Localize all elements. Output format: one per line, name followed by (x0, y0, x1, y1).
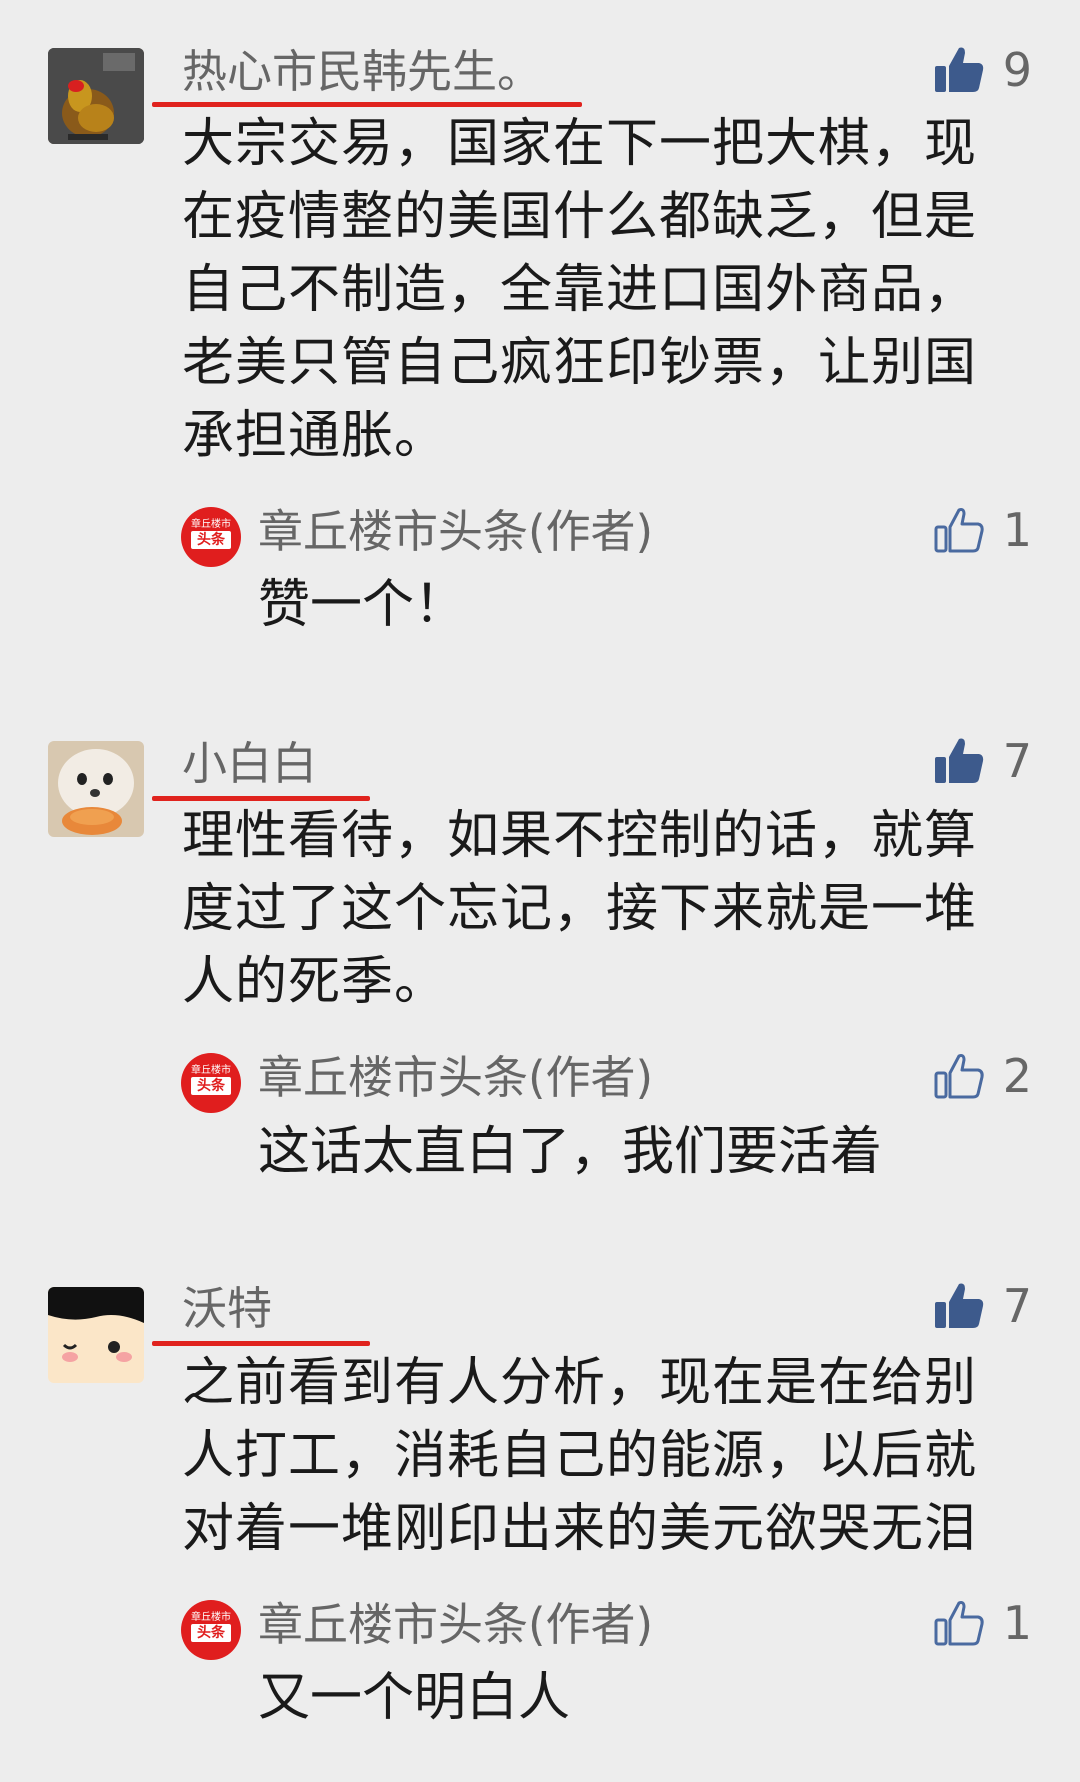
reply-body: 又一个明白人 (258, 1668, 571, 1728)
like-count: 2 (1002, 1049, 1032, 1103)
reply-avatar-main-text: 头条 (191, 531, 231, 549)
reply-avatar[interactable]: 章丘楼市 头条 (181, 1053, 241, 1113)
reply-avatar[interactable]: 章丘楼市 头条 (181, 507, 241, 567)
like-count: 7 (1002, 734, 1032, 788)
comment-body: 大宗交易，国家在下一把大棋，现在疫情整的美国什么都缺乏，但是自己不制造，全靠进口… (182, 114, 978, 466)
reply-like-button[interactable]: 1 (933, 1593, 1032, 1653)
like-button[interactable]: 7 (933, 731, 1032, 791)
reply-body: 赞一个！ (258, 575, 467, 635)
comment-author[interactable]: 沃特 (182, 1281, 272, 1337)
reply-avatar[interactable]: 章丘楼市 头条 (181, 1600, 241, 1660)
reply-like-button[interactable]: 2 (933, 1046, 1032, 1106)
reply-avatar-main-text: 头条 (191, 1077, 231, 1095)
reply-body: 这话太直白了，我们要活着 (258, 1122, 883, 1182)
avatar-image (48, 741, 144, 837)
avatar[interactable] (48, 741, 144, 837)
reply-author[interactable]: 章丘楼市头条(作者) (258, 1597, 653, 1653)
avatar-image (48, 48, 144, 144)
reply-avatar-top-text: 章丘楼市 (191, 1612, 231, 1623)
thumbs-up-outline-icon (934, 1054, 984, 1099)
thumbs-up-filled-icon (934, 47, 983, 92)
reply-author[interactable]: 章丘楼市头条(作者) (258, 504, 653, 560)
reply-avatar-main-text: 头条 (191, 1624, 231, 1642)
like-button[interactable]: 9 (933, 40, 1032, 100)
reply-like-button[interactable]: 1 (933, 500, 1032, 560)
like-button[interactable]: 7 (933, 1276, 1032, 1336)
reply-avatar-top-text: 章丘楼市 (191, 1065, 231, 1076)
reply-avatar-top-text: 章丘楼市 (191, 519, 231, 530)
reply-author[interactable]: 章丘楼市头条(作者) (258, 1050, 653, 1106)
like-count: 1 (1002, 1596, 1032, 1650)
comment-body: 之前看到有人分析，现在是在给别人打工，消耗自己的能源，以后就对着一堆刚印出来的美… (182, 1353, 978, 1559)
thumbs-up-filled-icon (934, 1283, 983, 1328)
avatar[interactable] (48, 1287, 144, 1383)
thumbs-up-outline-icon (934, 1601, 984, 1646)
comment-author[interactable]: 小白白 (182, 736, 317, 792)
comment-body: 理性看待，如果不控制的话，就算度过了这个忘记，接下来就是一堆人的死季。 (182, 806, 978, 1012)
like-count: 1 (1002, 503, 1032, 557)
avatar-image (48, 1287, 144, 1383)
comment-author[interactable]: 热心市民韩先生。 (182, 44, 542, 100)
author-underline (152, 102, 582, 107)
like-count: 7 (1002, 1279, 1032, 1333)
avatar[interactable] (48, 48, 144, 144)
thumbs-up-filled-icon (934, 738, 983, 783)
like-count: 9 (1002, 43, 1032, 97)
thumbs-up-outline-icon (934, 508, 984, 553)
author-underline (152, 1341, 370, 1346)
